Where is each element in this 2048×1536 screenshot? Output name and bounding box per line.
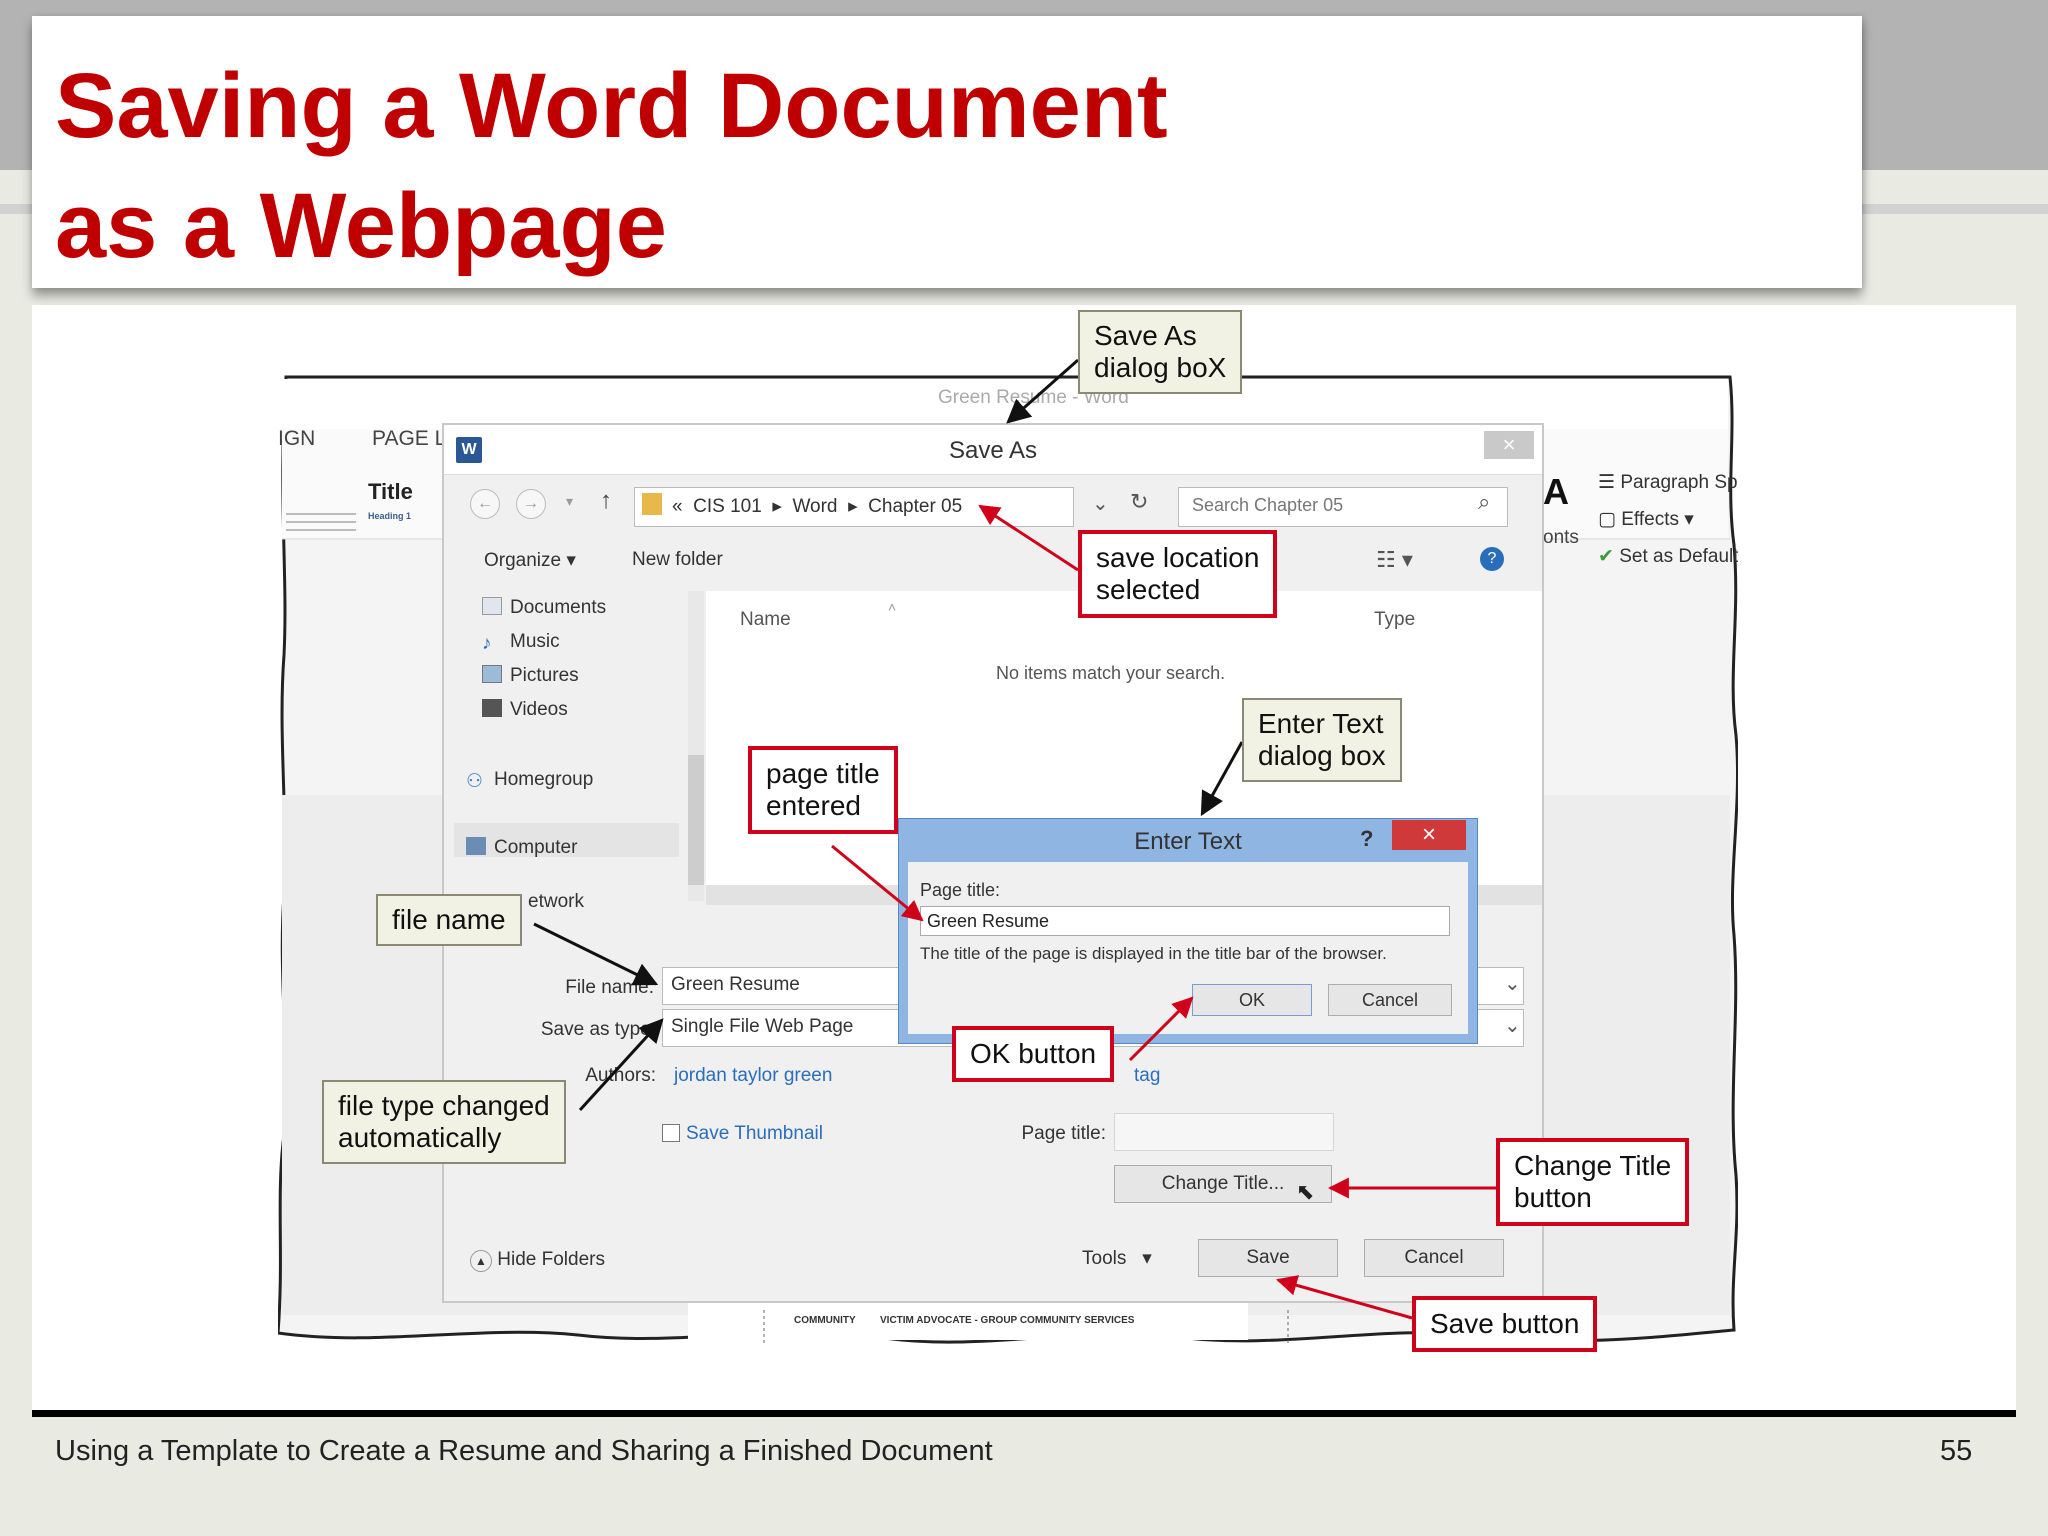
tools-button[interactable]: Tools ▾	[1082, 1247, 1152, 1270]
column-type[interactable]: Type	[1374, 609, 1415, 631]
callout-save-as-dialog: Save As dialog boX	[1078, 310, 1243, 394]
nav-documents[interactable]: Documents	[482, 597, 606, 619]
help-icon[interactable]: ?	[1480, 547, 1504, 571]
refresh-icon[interactable]: ↻	[1130, 489, 1148, 515]
view-options-icon[interactable]: ☷ ▾	[1376, 547, 1413, 573]
nav-network[interactable]: etwork	[528, 891, 584, 913]
back-arrow-icon[interactable]: ←	[470, 489, 500, 519]
page-title-field	[1114, 1113, 1334, 1151]
enter-text-dialog: Enter Text ? × Page title: Green Resume …	[898, 818, 1478, 1044]
chevron-down-icon[interactable]: ⌄	[1504, 1013, 1521, 1038]
callout-ok-button: OK button	[952, 1026, 1115, 1082]
style-heading: Heading 1	[368, 511, 412, 521]
address-path: « CIS 101 ▸ Word ▸ Chapter 05	[672, 496, 963, 517]
folder-icon	[642, 493, 662, 515]
enter-text-description: The title of the page is displayed in th…	[920, 944, 1387, 963]
nav-music[interactable]: ♪ Music	[482, 631, 560, 654]
nav-homegroup[interactable]: ⚇ Homegroup	[466, 769, 593, 792]
help-icon[interactable]: ?	[1360, 826, 1373, 852]
paragraph-spacing-icon: ☰	[1598, 472, 1621, 493]
sort-caret-icon: ˄	[888, 599, 897, 615]
ribbon-fonts[interactable]: onts	[1543, 527, 1579, 549]
address-dropdown-icon[interactable]: ⌄	[1092, 491, 1109, 516]
page-number: 55	[1940, 1435, 1973, 1467]
slide-title-line2: as a Webpage	[55, 175, 667, 277]
style-preview-lines	[286, 513, 356, 515]
authors-value[interactable]: jordan taylor green	[674, 1065, 832, 1087]
nav-computer[interactable]: Computer	[466, 837, 577, 859]
tags-value[interactable]: tag	[1134, 1065, 1160, 1087]
style-title[interactable]: Title	[368, 479, 413, 505]
close-icon[interactable]: ×	[1484, 431, 1534, 459]
search-icon[interactable]: ⌕	[1478, 489, 1490, 515]
effects-icon: ▢	[1598, 509, 1622, 530]
address-chapter05[interactable]: Chapter 05	[868, 496, 962, 517]
navigation-pane: Documents ♪ Music Pictures Videos ⚇ Homegr…	[454, 591, 689, 912]
footer-rule	[32, 1410, 2016, 1417]
recent-dropdown-icon[interactable]: ▾	[566, 493, 573, 510]
save-as-titlebar: W Save As ×	[444, 425, 1542, 475]
ribbon-effects[interactable]: ▢ Effects ▾	[1598, 508, 1694, 531]
forward-arrow-icon[interactable]: →	[516, 489, 546, 519]
organize-button[interactable]: Organize ▾	[484, 549, 576, 572]
callout-change-title-button: Change Title button	[1496, 1138, 1690, 1226]
file-name-label: File name:	[565, 977, 654, 998]
music-icon: ♪	[482, 633, 492, 654]
ribbon-set-default[interactable]: ✔ Set as Default	[1598, 545, 1738, 568]
callout-file-name: file name	[376, 894, 522, 946]
ok-button[interactable]: OK	[1192, 984, 1312, 1016]
page-title-label: Page title:	[1021, 1123, 1107, 1144]
nav-scrollbar-thumb[interactable]	[688, 755, 704, 885]
slide-title: Saving a Word Document as a Webpage	[55, 46, 1168, 286]
chevron-down-icon[interactable]: ⌄	[1504, 971, 1521, 996]
style-preview-lines	[286, 521, 356, 523]
checkmark-icon: ✔	[1598, 546, 1620, 567]
page-title-input[interactable]: Green Resume	[920, 906, 1450, 936]
callout-page-title-entered: page title entered	[748, 746, 898, 834]
callout-save-location: save location selected	[1078, 530, 1278, 618]
save-thumbnail-checkbox[interactable]: Save Thumbnail	[662, 1123, 823, 1145]
save-as-title: Save As	[948, 437, 1038, 464]
videos-icon	[482, 699, 502, 717]
callout-save-button: Save button	[1412, 1296, 1598, 1352]
new-folder-button[interactable]: New folder	[632, 549, 723, 571]
enter-text-label: Page title:	[920, 880, 1001, 900]
computer-icon	[466, 837, 486, 855]
documents-icon	[482, 597, 502, 615]
doc-snippet: COMMUNITY	[794, 1315, 856, 1326]
address-word[interactable]: Word	[792, 496, 837, 517]
empty-message: No items match your search.	[996, 663, 1226, 683]
mouse-cursor-icon: ⬉	[1296, 1179, 1315, 1204]
callout-enter-text-dialog: Enter Text dialog box	[1242, 698, 1402, 782]
style-preview-lines	[286, 529, 356, 531]
pictures-icon	[482, 665, 502, 683]
slide-footer: Using a Template to Create a Resume and …	[55, 1435, 993, 1467]
chevron-up-icon: ▲	[470, 1250, 492, 1272]
up-arrow-icon[interactable]: ↑	[600, 487, 612, 515]
slide-title-line1: Saving a Word Document	[55, 55, 1168, 157]
enter-text-cancel-button[interactable]: Cancel	[1328, 984, 1452, 1016]
enter-text-title: Enter Text	[1134, 828, 1242, 855]
close-icon[interactable]: ×	[1392, 820, 1466, 850]
column-name[interactable]: Name	[740, 609, 791, 631]
save-type-label: Save as type:	[540, 1019, 656, 1040]
address-cis101[interactable]: CIS 101	[693, 496, 762, 517]
checkbox-icon	[662, 1124, 680, 1142]
nav-pictures[interactable]: Pictures	[482, 665, 579, 687]
cancel-button[interactable]: Cancel	[1364, 1239, 1504, 1277]
homegroup-icon: ⚇	[466, 771, 484, 792]
nav-videos[interactable]: Videos	[482, 699, 568, 721]
doc-snippet: VICTIM ADVOCATE - GROUP COMMUNITY SERVIC…	[880, 1315, 1135, 1326]
ribbon-tab-design[interactable]: IGN	[278, 427, 315, 451]
search-placeholder: Search Chapter 05	[1192, 495, 1344, 515]
ribbon-paragraph-spacing[interactable]: ☰ Paragraph Sp	[1598, 471, 1738, 494]
callout-file-type-changed: file type changed automatically	[322, 1080, 566, 1164]
hide-folders-button[interactable]: ▲ Hide Folders	[470, 1249, 605, 1272]
save-button[interactable]: Save	[1198, 1239, 1338, 1277]
text-effects-a-icon[interactable]: A	[1543, 471, 1569, 513]
